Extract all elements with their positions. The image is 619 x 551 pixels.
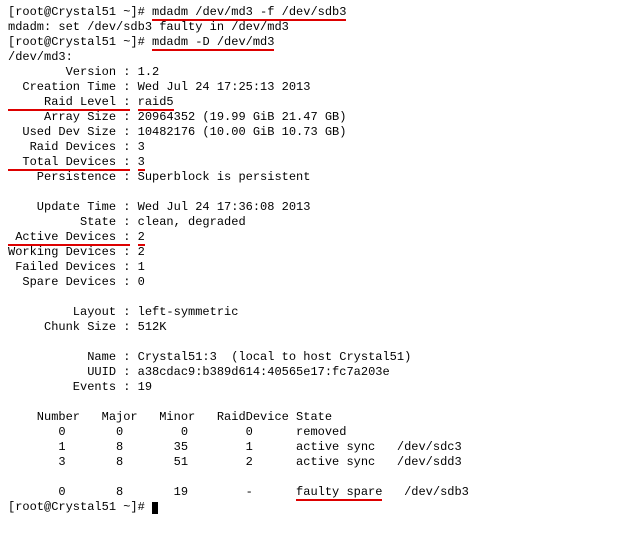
raid-level-value: raid5 [138,95,174,111]
table-row: 0 0 0 0 removed [8,425,611,440]
kv-failed-devices: Failed Devices : 1 [8,260,611,275]
kv-layout: Layout : left-symmetric [8,305,611,320]
dev-line: /dev/md3: [8,50,611,65]
raid-level-label: Raid Level : [8,95,130,111]
active-devices-label: Active Devices : [8,230,130,246]
kv-version: Version : 1.2 [8,65,611,80]
cmd-line-1: [root@Crystal51 ~]# mdadm /dev/md3 -f /d… [8,5,611,20]
table-header: Number Major Minor RaidDevice State [8,410,611,425]
kv-persistence: Persistence : Superblock is persistent [8,170,611,185]
kv-total-devices: Total Devices : 3 [8,155,611,170]
kv-array-size: Array Size : 20964352 (19.99 GiB 21.47 G… [8,110,611,125]
prompt-3: [root@Crystal51 ~]# [8,500,152,514]
kv-name: Name : Crystal51:3 (local to host Crysta… [8,350,611,365]
kv-active-devices: Active Devices : 2 [8,230,611,245]
table-row: 3 8 51 2 active sync /dev/sdd3 [8,455,611,470]
kv-creation-time: Creation Time : Wed Jul 24 17:25:13 2013 [8,80,611,95]
cmd-2-text: mdadm -D /dev/md3 [152,35,274,51]
kv-chunk-size: Chunk Size : 512K [8,320,611,335]
kv-spare-devices: Spare Devices : 0 [8,275,611,290]
output-faulty: mdadm: set /dev/sdb3 faulty in /dev/md3 [8,20,611,35]
cmd-1-text: mdadm /dev/md3 -f /dev/sdb3 [152,5,346,21]
table-row: 1 8 35 1 active sync /dev/sdc3 [8,440,611,455]
table-row-faulty: 0 8 19 - faulty spare /dev/sdb3 [8,485,611,500]
cmd-line-2: [root@Crystal51 ~]# mdadm -D /dev/md3 [8,35,611,50]
kv-update-time: Update Time : Wed Jul 24 17:36:08 2013 [8,200,611,215]
total-devices-label: Total Devices : [8,155,130,171]
kv-state: State : clean, degraded [8,215,611,230]
kv-used-dev-size: Used Dev Size : 10482176 (10.00 GiB 10.7… [8,125,611,140]
cmd-line-3[interactable]: [root@Crystal51 ~]# [8,500,611,515]
faulty-spare-state: faulty spare [296,485,382,501]
cursor [152,502,158,514]
kv-raid-devices: Raid Devices : 3 [8,140,611,155]
kv-uuid: UUID : a38cdac9:b389d614:40565e17:fc7a20… [8,365,611,380]
active-devices-value: 2 [138,230,145,246]
total-devices-value: 3 [138,155,145,171]
kv-events: Events : 19 [8,380,611,395]
kv-raid-level: Raid Level : raid5 [8,95,611,110]
prompt-2: [root@Crystal51 ~]# [8,35,152,49]
prompt-1: [root@Crystal51 ~]# [8,5,152,19]
kv-working-devices: Working Devices : 2 [8,245,611,260]
